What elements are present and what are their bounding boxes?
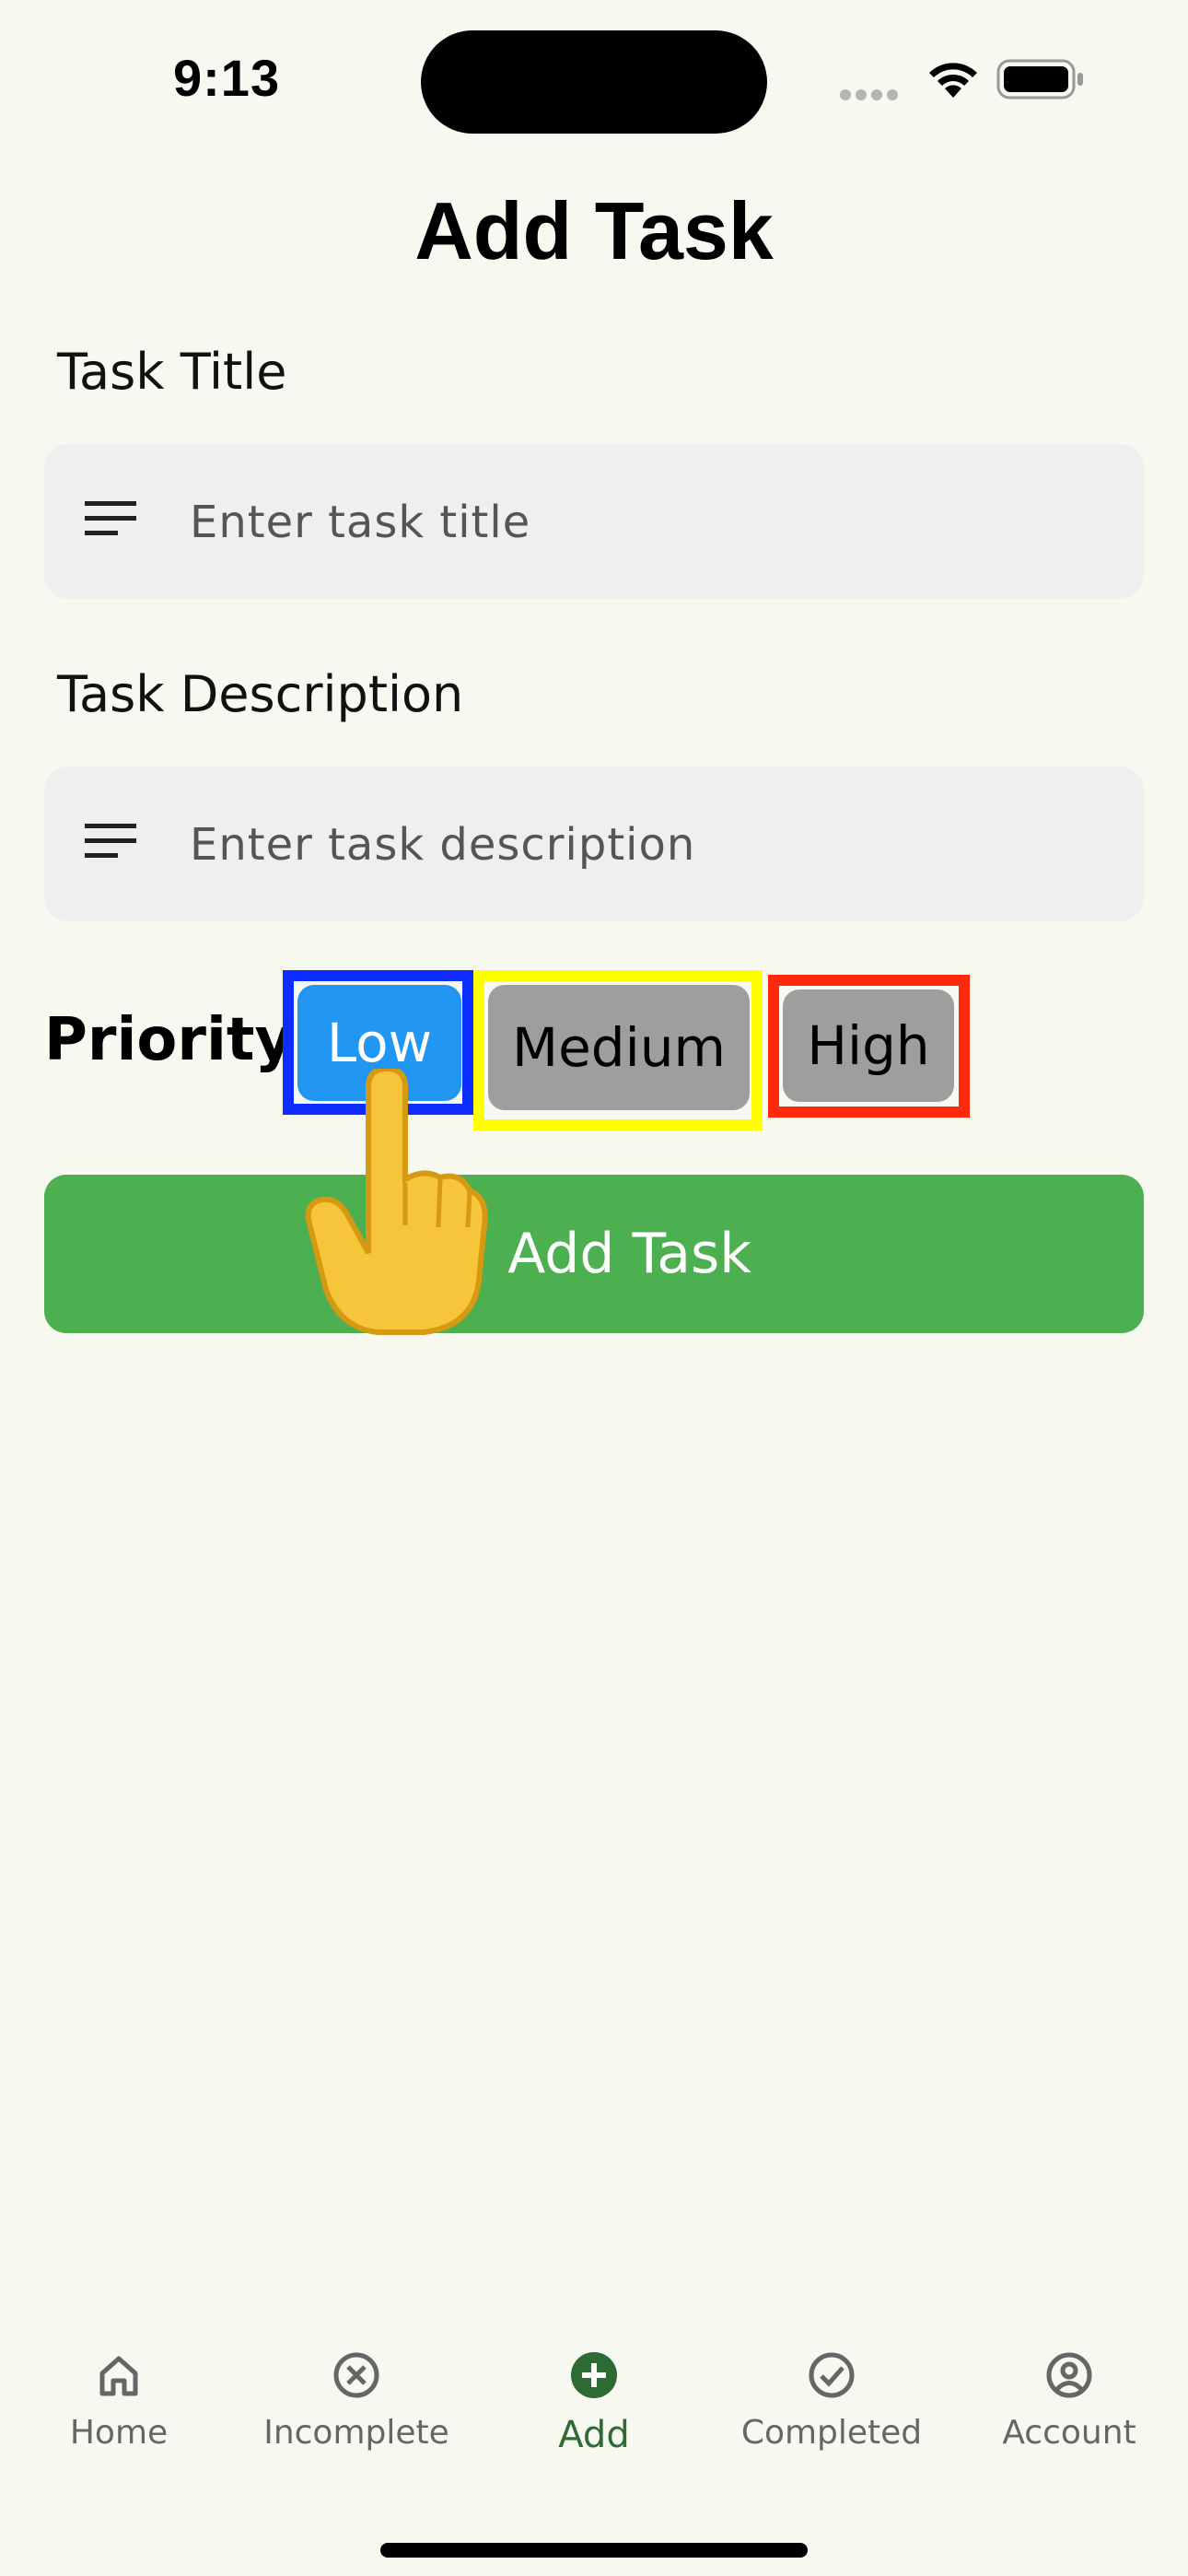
tab-completed-label: Completed	[740, 2414, 923, 2452]
home-icon	[99, 2356, 138, 2396]
page-title: Add Task	[414, 185, 774, 276]
bottom-tab-bar: Home Incomplete Add Completed Account	[0, 2322, 1188, 2576]
task-description-field[interactable]	[44, 767, 1144, 921]
home-indicator	[380, 2543, 808, 2558]
check-circle-icon	[809, 2352, 855, 2398]
wifi-icon	[929, 63, 977, 98]
tab-add[interactable]: Add	[475, 2349, 713, 2456]
tab-add-label: Add	[558, 2414, 630, 2456]
tab-account-label: Account	[1002, 2414, 1136, 2452]
tab-completed[interactable]: Completed	[713, 2349, 950, 2452]
add-circle-icon	[571, 2352, 617, 2398]
priority-high-button[interactable]: High	[783, 989, 954, 1102]
signal-dots-icon	[840, 87, 903, 104]
tab-incomplete[interactable]: Incomplete	[238, 2349, 475, 2452]
account-circle-icon	[1046, 2352, 1092, 2398]
status-time: 9:13	[173, 49, 281, 107]
pointing-hand-icon	[305, 1069, 488, 1335]
priority-label: Priority	[44, 1006, 294, 1074]
task-title-field[interactable]	[44, 444, 1144, 599]
battery-icon	[996, 59, 1083, 100]
dynamic-island	[421, 30, 767, 134]
x-circle-icon	[333, 2352, 379, 2398]
status-bar: 9:13	[0, 0, 1188, 157]
add-task-button-label: Add Task	[507, 1222, 752, 1286]
tab-account[interactable]: Account	[950, 2349, 1188, 2452]
status-icons	[840, 55, 1089, 101]
tab-home[interactable]: Home	[0, 2349, 238, 2452]
task-description-label: Task Description	[57, 665, 464, 723]
menu-lines-icon	[85, 824, 136, 858]
add-task-button[interactable]: + Add Task	[44, 1175, 1144, 1333]
priority-medium-button[interactable]: Medium	[488, 985, 750, 1110]
task-description-input[interactable]	[188, 803, 1112, 886]
tab-incomplete-label: Incomplete	[263, 2414, 449, 2452]
task-title-input[interactable]	[188, 481, 1112, 564]
task-title-label: Task Title	[57, 343, 287, 401]
tab-home-label: Home	[69, 2414, 169, 2452]
menu-lines-icon	[85, 501, 136, 535]
